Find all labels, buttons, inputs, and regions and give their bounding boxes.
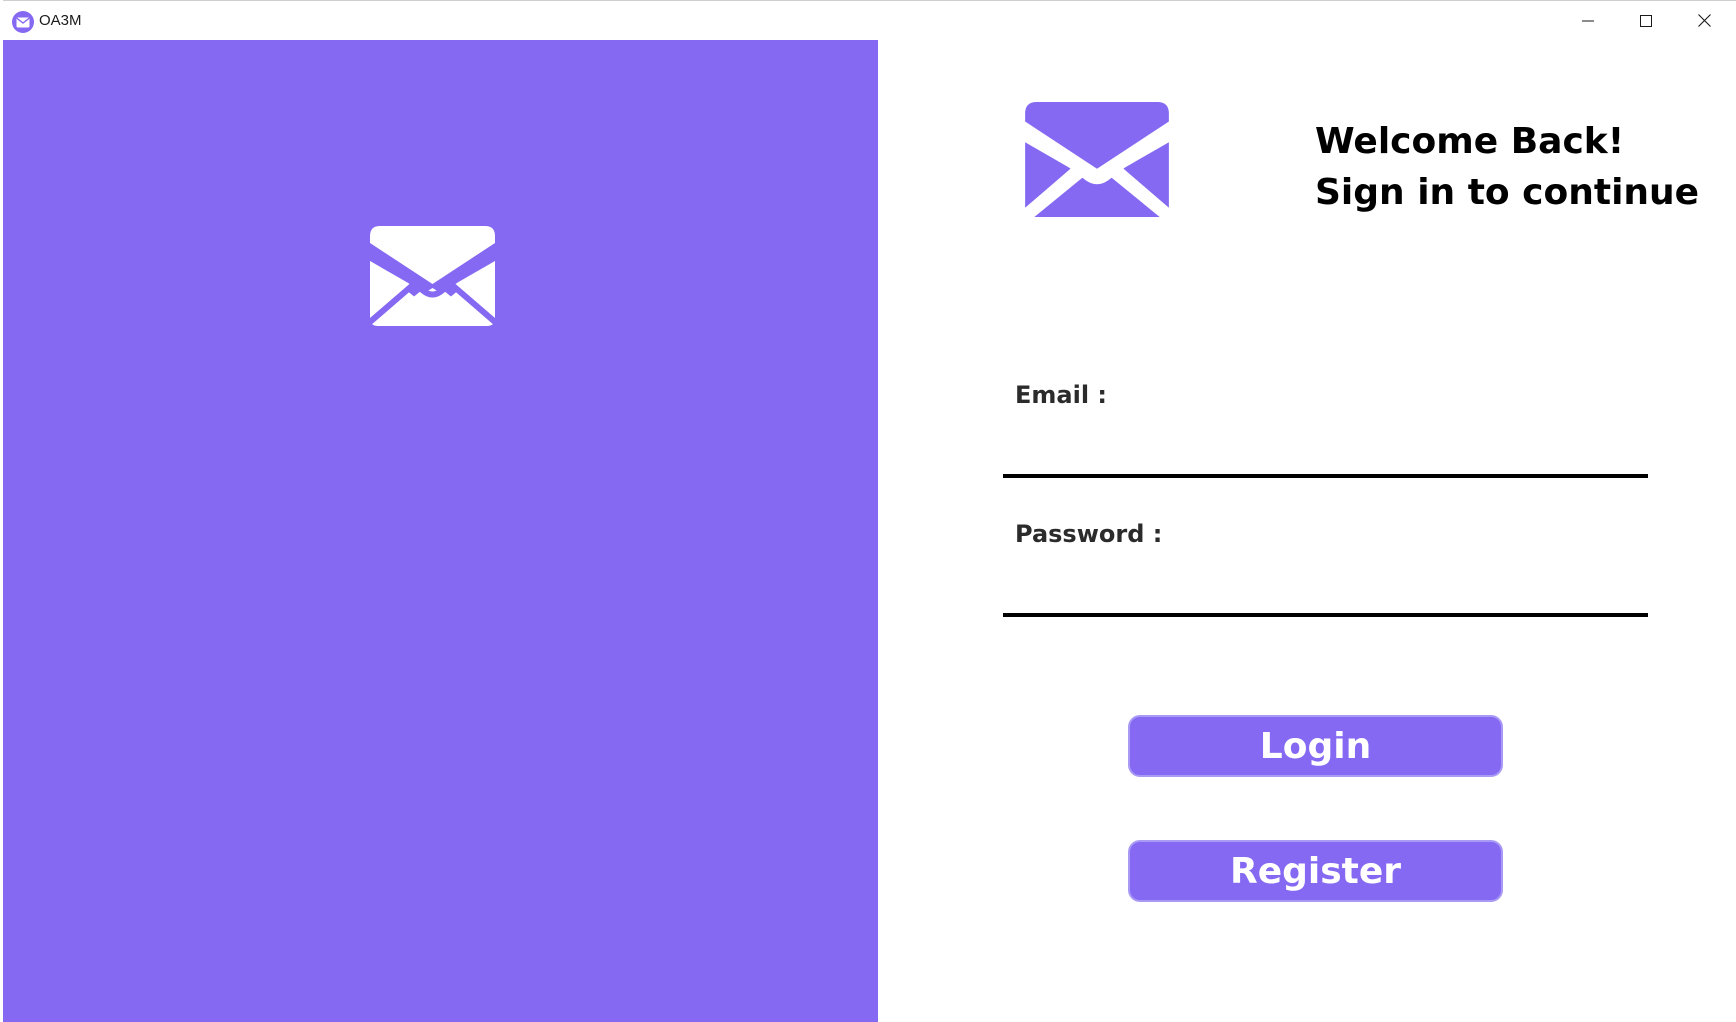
register-button[interactable]: Register xyxy=(1128,840,1503,902)
maximize-button[interactable] xyxy=(1617,1,1675,41)
login-panel: Welcome Back! Sign in to continue Email … xyxy=(878,40,1736,1022)
app-window: OA3M Welcome Back! Sign in to continue E… xyxy=(0,0,1736,1022)
subtitle-line: Sign in to continue xyxy=(1315,172,1700,213)
password-label: Password : xyxy=(1015,520,1163,548)
close-icon xyxy=(1697,12,1711,31)
minimize-icon xyxy=(1582,12,1594,31)
close-button[interactable] xyxy=(1675,1,1733,41)
maximize-icon xyxy=(1640,12,1652,31)
login-button[interactable]: Login xyxy=(1128,715,1503,777)
welcome-heading: Welcome Back! Sign in to continue xyxy=(1315,116,1699,218)
envelope-icon xyxy=(368,226,497,326)
password-field[interactable] xyxy=(1003,579,1648,617)
left-brand-panel xyxy=(3,40,878,1022)
title-bar[interactable]: OA3M xyxy=(3,0,1736,40)
email-label: Email : xyxy=(1015,381,1108,409)
app-icon xyxy=(12,11,34,33)
window-title: OA3M xyxy=(39,12,82,29)
welcome-line: Welcome Back! xyxy=(1315,121,1625,162)
minimize-button[interactable] xyxy=(1559,1,1617,41)
envelope-icon xyxy=(1022,102,1172,217)
email-field[interactable] xyxy=(1003,440,1648,478)
